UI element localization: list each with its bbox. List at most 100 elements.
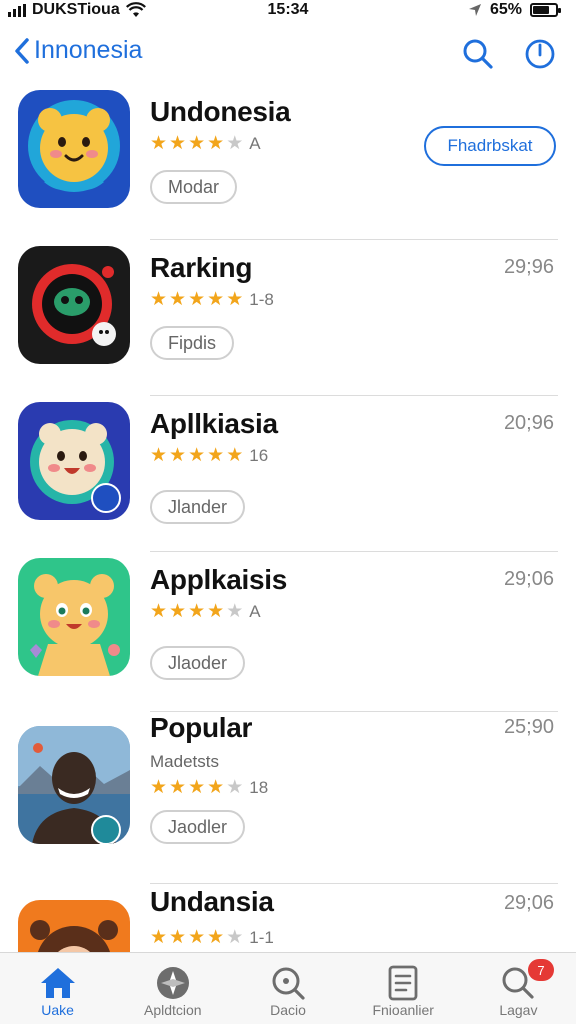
category-tag[interactable]: Fipdis [150,326,235,360]
tab-label: Uake [41,1002,74,1018]
nav-actions [460,36,558,72]
star-icon: ★ [226,927,244,948]
home-icon [39,964,77,1002]
star-icon: ★ [207,133,225,154]
list-item[interactable]: Apllkiasia 20;96 ★ ★ ★ ★ ★ 16 Jlander [0,396,576,552]
star-icon: ★ [226,777,244,798]
list-item[interactable]: Popular 25;90 Madetsts ★ ★ ★ ★ ★ 18 Jaodler [0,712,576,884]
list-item[interactable]: Undonesia ★ ★ ★ ★ ★ A Modar Fhadrbskat [0,84,576,240]
star-icon: ★ [188,601,206,622]
tab-uake[interactable]: Uake [0,953,115,1024]
category-tag[interactable]: Jlaoder [150,646,246,680]
category-tag[interactable]: Modar [150,170,238,204]
app-list: Undonesia ★ ★ ★ ★ ★ A Modar Fhadrbskat Rarki… [0,84,576,1018]
rating-count: A [249,602,261,621]
app-icon-bear [18,90,130,208]
rating-count: A [249,134,261,153]
star-icon: ★ [169,777,187,798]
get-button[interactable]: Fhadrbskat [424,126,556,166]
status-right: 65% [468,1,561,19]
star-icon: ★ [169,601,187,622]
magnifier-icon [270,964,306,1002]
list-item[interactable]: Applkaisis 29;06 ★ ★ ★ ★ ★ A Jlaoder [0,552,576,712]
star-rating: ★ ★ ★ ★ ★ A [150,602,261,622]
app-subtitle: Madetsts [150,752,219,771]
search-button[interactable] [460,36,496,72]
tab-dacio[interactable]: Dacio [230,953,345,1024]
status-bar: DUKSTioua 15:34 65% [0,0,576,22]
star-icon: ★ [207,289,225,310]
tab-lagav[interactable]: 7 Lagav [461,953,576,1024]
app-name: Rarking [150,252,253,283]
star-icon: ★ [169,133,187,154]
app-name: Apllkiasia [150,408,278,439]
star-icon: ★ [188,133,206,154]
star-icon: ★ [188,445,206,466]
category-tag[interactable]: Jlander [150,490,246,524]
star-icon: ★ [226,445,244,466]
tab-label: Lagav [499,1002,538,1018]
right-value: 29;96 [503,256,554,278]
back-label: Innonesia [34,36,143,64]
star-icon: ★ [207,601,225,622]
right-value: 20;96 [503,412,554,434]
tab-fnioanlier[interactable]: Fnioanlier [346,953,461,1024]
star-icon: ★ [226,601,244,622]
star-icon: ★ [150,601,168,622]
tab-label: Dacio [270,1002,306,1018]
chevron-left-icon [15,37,29,64]
search-icon [463,39,493,69]
right-value: 29;06 [503,568,554,590]
list-item[interactable]: Rarking 29;96 ★ ★ ★ ★ ★ 1-8 Fipdis [0,240,576,396]
right-value: 29;06 [503,892,554,914]
star-icon: ★ [188,927,206,948]
star-rating: ★ ★ ★ ★ ★ 1-1 [150,928,274,948]
location-icon [468,4,481,16]
power-icon [525,39,555,69]
app-name: Popular [150,712,253,743]
app-icon-camera [18,246,130,364]
star-icon: ★ [150,133,168,154]
star-icon: ★ [150,777,168,798]
star-icon: ★ [150,445,168,466]
app-icon-bear [18,402,130,520]
star-rating: ★ ★ ★ ★ ★ 16 [150,446,268,466]
app-icon-photo [18,726,130,844]
app-name: Applkaisis [150,564,288,595]
star-icon: ★ [226,289,244,310]
back-button[interactable]: Innonesia [14,36,142,65]
star-rating: ★ ★ ★ ★ ★ 18 [150,778,268,798]
star-icon: ★ [226,133,244,154]
category-tag[interactable]: Jaodler [150,810,246,844]
rating-count: 16 [249,446,269,465]
notification-badge: 7 [528,959,555,981]
compass-icon [155,964,191,1002]
tab-apldtcion[interactable]: Apldtcion [115,953,230,1024]
app-icon-bear [18,558,130,676]
power-button[interactable] [522,36,558,72]
app-name: Undonesia [150,96,291,127]
rating-count: 1-1 [249,928,274,947]
star-rating: ★ ★ ★ ★ ★ A [150,134,261,154]
right-value: 25;90 [503,716,554,738]
tab-label: Apldtcion [144,1002,202,1018]
star-icon: ★ [169,445,187,466]
star-icon: ★ [188,289,206,310]
rating-count: 18 [249,778,269,797]
battery-fill [533,6,549,14]
star-icon: ★ [169,289,187,310]
star-icon: ★ [207,445,225,466]
tab-bar: Uake Apldtcion Dacio Fnioanlier 7 Lagav [0,952,576,1024]
nav-bar: Innonesia [0,30,576,78]
tab-label: Fnioanlier [372,1002,434,1018]
battery-percent: 65% [489,1,522,18]
battery-icon [530,3,561,17]
document-icon [388,964,418,1002]
star-icon: ★ [150,289,168,310]
rating-count: 1-8 [249,290,274,309]
star-icon: ★ [188,777,206,798]
star-icon: ★ [150,927,168,948]
star-icon: ★ [169,927,187,948]
star-icon: ★ [207,927,225,948]
star-icon: ★ [207,777,225,798]
